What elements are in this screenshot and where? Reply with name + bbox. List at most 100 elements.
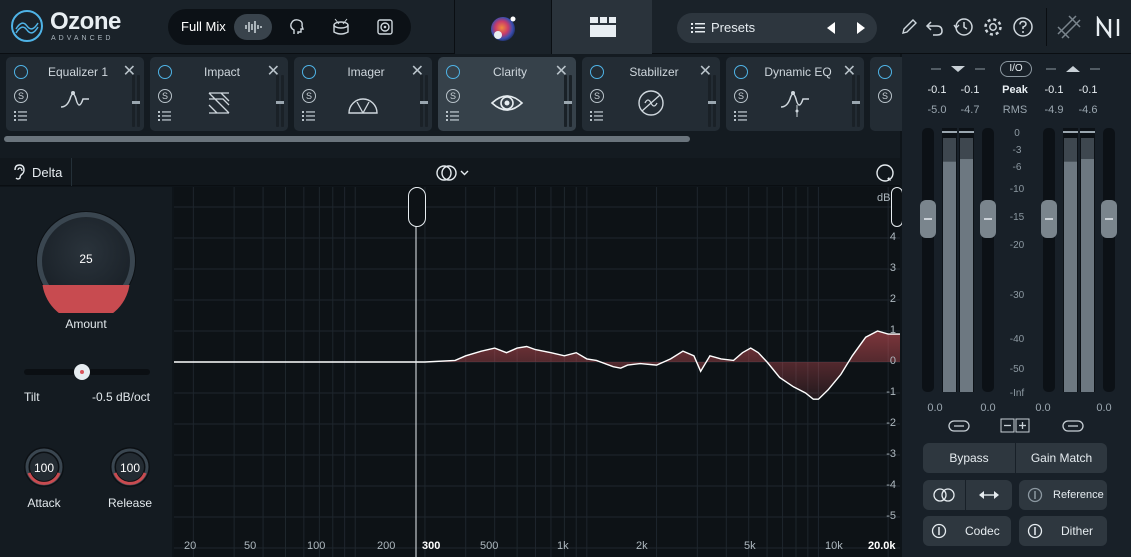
module-power-icon[interactable] (446, 65, 460, 79)
drums-button[interactable] (322, 14, 360, 40)
meter-scale-label: -Inf (1009, 388, 1025, 399)
swap-button[interactable] (966, 480, 1012, 510)
module-power-icon[interactable] (14, 65, 28, 79)
pencil-icon[interactable] (898, 16, 920, 38)
history-icon[interactable] (952, 16, 974, 38)
reference-mode-button[interactable] (923, 480, 965, 510)
output-gain-fader-left[interactable] (1043, 128, 1055, 392)
input-gain-fader-right[interactable] (982, 128, 994, 392)
tilt-slider-handle[interactable] (74, 364, 90, 380)
reference-button[interactable]: Reference (1019, 480, 1107, 510)
freq-tick-label: 1k (557, 540, 569, 552)
module-clarity[interactable]: Clarity ✕ S (438, 57, 576, 131)
solo-icon[interactable]: S (14, 89, 28, 103)
waveform-icon (245, 21, 262, 33)
output-gain-right[interactable]: 0.0 (1091, 402, 1117, 414)
module-chain-scrollbar[interactable] (4, 136, 690, 142)
clarity-spectrum-display[interactable] (174, 187, 900, 557)
module-menu-icon[interactable] (446, 111, 459, 121)
amount-label: Amount (65, 317, 107, 331)
output-gain-left[interactable]: 0.0 (1030, 402, 1056, 414)
master-assistant-orb-icon[interactable] (489, 14, 517, 42)
output-gain-fader-right[interactable] (1103, 128, 1115, 392)
full-mix-selector[interactable]: Full Mix (168, 9, 411, 45)
module-level-meter (132, 75, 140, 127)
module-equalizer-1[interactable]: Equalizer 1 ✕ S (6, 57, 144, 131)
bypass-button[interactable]: Bypass (923, 443, 1015, 473)
stereo-mode-dropdown[interactable] (436, 164, 472, 182)
module-menu-icon[interactable] (590, 111, 603, 121)
input-rms-right: -4.7 (960, 104, 980, 116)
solo-icon[interactable]: S (878, 89, 892, 103)
module-menu-icon[interactable] (302, 111, 315, 121)
freq-tick-label: 20.0k (868, 540, 896, 552)
module-power-icon[interactable] (878, 65, 892, 79)
output-peak-left: -0.1 (1044, 84, 1064, 96)
meter-scale-label: 0 (1014, 128, 1020, 139)
vocal-button[interactable] (278, 14, 316, 40)
input-level-fill-1 (960, 157, 973, 392)
db-tick-label: 4 (889, 231, 896, 243)
next-preset-icon[interactable] (855, 21, 867, 35)
peak-label: Peak (1002, 84, 1028, 96)
impact-icon (201, 85, 237, 121)
speaker-button[interactable] (366, 14, 404, 40)
module-view-button[interactable] (552, 0, 652, 54)
io-toggle-button[interactable]: I/O (1000, 61, 1032, 77)
crossover-handle[interactable] (408, 187, 426, 227)
module-stabilizer[interactable]: Stabilizer ✕ S (582, 57, 720, 131)
presets-bar[interactable]: Presets (677, 13, 877, 43)
db-tick-label: -2 (886, 417, 896, 429)
module-menu-icon[interactable] (14, 111, 27, 121)
solo-icon[interactable]: S (734, 89, 748, 103)
module-power-icon[interactable] (734, 65, 748, 79)
routing-icon[interactable] (1056, 14, 1082, 40)
waveform-button[interactable] (234, 14, 272, 40)
solo-icon[interactable]: S (590, 89, 604, 103)
gain-match-button[interactable]: Gain Match (1016, 443, 1107, 473)
input-level-fill-0 (943, 159, 956, 392)
input-dropdown-icon[interactable] (931, 64, 985, 74)
gear-icon[interactable] (982, 16, 1004, 38)
assistant-section (454, 0, 552, 54)
reset-icon[interactable] (874, 162, 896, 184)
freq-tick-label: 500 (480, 540, 499, 552)
attack-value: 100 (33, 461, 55, 475)
tilt-label: Tilt (24, 390, 40, 404)
db-tick-label: -3 (886, 448, 896, 460)
solo-icon[interactable]: S (158, 89, 172, 103)
solo-icon[interactable]: S (302, 89, 316, 103)
freq-tick-label: 300 (422, 540, 441, 552)
module-power-icon[interactable] (590, 65, 604, 79)
module-power-icon[interactable] (302, 65, 316, 79)
output-dropdown-icon[interactable] (1046, 64, 1100, 74)
module-imager[interactable]: Imager ✕ S (294, 57, 432, 131)
undo-icon[interactable] (924, 16, 946, 38)
module-menu-icon[interactable] (158, 111, 171, 121)
input-gain-fader-left[interactable] (922, 128, 934, 392)
previous-preset-icon[interactable] (825, 21, 837, 35)
output-link-icon[interactable] (1062, 419, 1084, 433)
speaker-icon (377, 19, 393, 35)
db-tick-label: -5 (886, 510, 896, 522)
help-icon[interactable] (1012, 16, 1034, 38)
drums-icon (333, 18, 349, 35)
meter-scale-label: -15 (1009, 212, 1025, 223)
input-link-icon[interactable] (948, 419, 970, 433)
module-dynamic-eq[interactable]: Dynamic EQ ✕ S (726, 57, 864, 131)
gain-step-icon[interactable] (1000, 418, 1032, 433)
module-power-icon[interactable] (158, 65, 172, 79)
ozone-logo-icon (10, 9, 44, 43)
reference-label: Reference (1053, 489, 1104, 501)
delta-button[interactable]: Delta (0, 158, 72, 186)
input-gain-right[interactable]: 0.0 (975, 402, 1001, 414)
solo-icon[interactable]: S (446, 89, 460, 103)
codec-button[interactable]: Codec (923, 516, 1011, 546)
db-tick-label: -4 (886, 479, 896, 491)
dither-button[interactable]: Dither (1019, 516, 1107, 546)
codec-power-icon (931, 523, 947, 539)
input-gain-left[interactable]: 0.0 (922, 402, 948, 414)
module-impact[interactable]: Impact ✕ S (150, 57, 288, 131)
spectrum-graph (174, 187, 900, 557)
module-menu-icon[interactable] (734, 111, 747, 121)
